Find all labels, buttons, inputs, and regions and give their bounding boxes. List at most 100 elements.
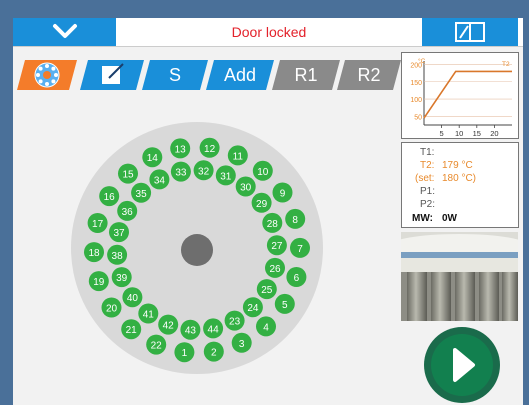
position-38[interactable]: 38 xyxy=(107,244,128,265)
position-label: 38 xyxy=(112,251,124,262)
position-label: 17 xyxy=(92,219,104,230)
position-29[interactable]: 29 xyxy=(251,192,272,213)
carousel: 1 234567891011121314151617181920212223242… xyxy=(71,122,323,374)
position-17[interactable]: 17 xyxy=(87,213,108,233)
position-label: 21 xyxy=(126,325,138,336)
position-18[interactable]: 18 xyxy=(84,242,104,263)
position-16[interactable]: 16 xyxy=(99,186,120,207)
t1-label: T1: xyxy=(420,147,435,158)
position-43[interactable]: 43 xyxy=(180,319,201,340)
tab-s[interactable]: S xyxy=(142,60,208,90)
position-26[interactable]: 26 xyxy=(265,257,285,278)
chevron-down-icon xyxy=(53,24,77,38)
position-label: 36 xyxy=(122,207,134,218)
position-10[interactable]: 10 xyxy=(252,160,273,181)
tab-r2[interactable]: R2 xyxy=(337,60,401,90)
position-8[interactable]: 8 xyxy=(285,208,306,229)
position-27[interactable]: 27 xyxy=(266,235,287,256)
position-label: 40 xyxy=(127,293,139,304)
position-label: 26 xyxy=(269,264,281,275)
position-label: 32 xyxy=(198,166,210,177)
position-32[interactable]: 32 xyxy=(193,160,214,181)
position-6[interactable]: 6 xyxy=(286,267,307,287)
series-label: T2 xyxy=(502,61,510,68)
series-line-T2 xyxy=(423,70,512,119)
tab-add[interactable]: Add xyxy=(206,60,274,90)
position-42[interactable]: 42 xyxy=(158,314,179,335)
position-label: 33 xyxy=(175,168,187,179)
carousel-center-hub xyxy=(181,234,213,266)
position-13[interactable]: 13 xyxy=(170,138,191,159)
position-33[interactable]: 33 xyxy=(170,161,191,182)
position-label: 2 xyxy=(211,348,217,359)
position-label: 18 xyxy=(88,248,100,259)
tab-r1[interactable]: R1 xyxy=(272,60,340,90)
position-label: 23 xyxy=(229,317,241,328)
position-20[interactable]: 20 xyxy=(101,297,122,318)
position-1[interactable]: 1 xyxy=(174,342,195,363)
y-tick-label: 100 xyxy=(410,97,422,104)
x-tick-label: 5 xyxy=(440,129,444,138)
tab-edit[interactable] xyxy=(80,60,144,90)
position-label: 11 xyxy=(233,151,244,162)
start-button[interactable] xyxy=(424,327,500,403)
position-11[interactable]: 11 xyxy=(227,145,248,166)
position-40[interactable]: 40 xyxy=(122,287,143,308)
position-label: 12 xyxy=(204,144,216,155)
position-label: 25 xyxy=(261,285,273,296)
position-19[interactable]: 19 xyxy=(88,271,109,292)
position-28[interactable]: 28 xyxy=(262,212,283,233)
tab-label: R2 xyxy=(357,64,381,85)
mw-label: MW: xyxy=(412,213,433,224)
vials-image xyxy=(401,232,518,321)
position-label: 9 xyxy=(280,189,286,200)
position-14[interactable]: 14 xyxy=(142,147,163,168)
position-39[interactable]: 39 xyxy=(111,267,132,288)
manual-button[interactable] xyxy=(422,18,518,46)
position-4[interactable]: 4 xyxy=(256,316,276,337)
edit-icon xyxy=(102,63,124,84)
position-9[interactable]: 9 xyxy=(272,182,293,203)
position-21[interactable]: 21 xyxy=(121,319,142,340)
position-label: 24 xyxy=(247,303,259,314)
position-3[interactable]: 3 xyxy=(231,332,252,353)
position-5[interactable]: 5 xyxy=(274,293,295,314)
position-30[interactable]: 30 xyxy=(235,176,256,197)
position-15[interactable]: 15 xyxy=(118,163,138,184)
position-44[interactable]: 44 xyxy=(203,318,224,339)
position-label: 27 xyxy=(271,241,283,252)
camera-view xyxy=(401,232,518,321)
mw-value: 0W xyxy=(442,213,457,224)
position-25[interactable]: 25 xyxy=(256,279,277,300)
start-button-face xyxy=(431,334,493,396)
position-23[interactable]: 23 xyxy=(224,310,245,331)
position-label: 6 xyxy=(294,273,300,284)
x-tick-label: 10 xyxy=(455,129,463,138)
position-label: 14 xyxy=(147,153,159,164)
position-2[interactable]: 2 xyxy=(203,341,224,362)
tab-label: R1 xyxy=(294,64,318,85)
position-label: 41 xyxy=(143,310,155,321)
position-label: 15 xyxy=(122,170,134,181)
book-icon xyxy=(455,22,485,42)
collapse-button[interactable] xyxy=(13,18,116,46)
x-tick-label: 20 xyxy=(490,129,498,138)
position-35[interactable]: 35 xyxy=(131,182,152,203)
position-31[interactable]: 31 xyxy=(215,165,236,186)
position-24[interactable]: 24 xyxy=(242,297,263,318)
position-7[interactable]: 7 xyxy=(290,237,310,258)
position-label: 34 xyxy=(154,175,166,186)
position-41[interactable]: 41 xyxy=(138,303,159,324)
position-label: 35 xyxy=(136,189,148,200)
position-label: 8 xyxy=(292,215,298,226)
position-36[interactable]: 36 xyxy=(117,200,138,221)
position-37[interactable]: 37 xyxy=(109,222,129,243)
set-label: (set: xyxy=(415,173,435,184)
position-12[interactable]: 12 xyxy=(199,137,220,158)
position-22[interactable]: 22 xyxy=(146,334,167,355)
position-34[interactable]: 34 xyxy=(149,169,170,190)
position-label: 44 xyxy=(208,324,220,335)
door-status: Door locked xyxy=(231,24,307,40)
tab-carousel[interactable] xyxy=(17,60,77,90)
x-tick-label: 15 xyxy=(473,129,481,138)
